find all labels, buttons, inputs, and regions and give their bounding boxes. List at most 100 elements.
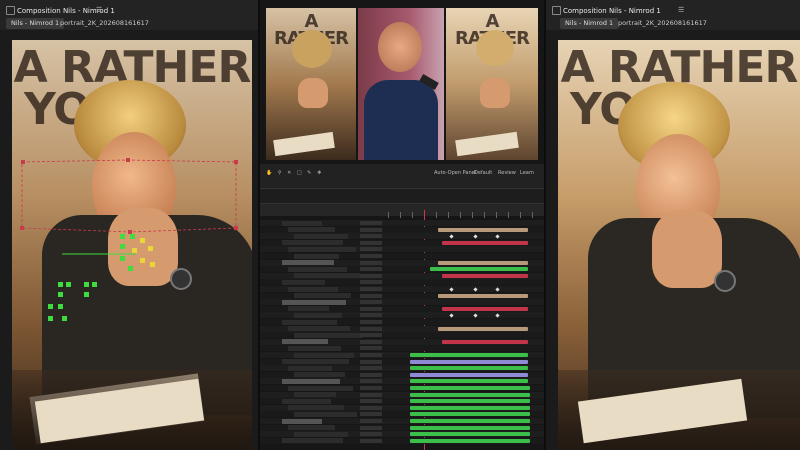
layer-name-cell[interactable] — [282, 279, 325, 285]
layer-switches[interactable] — [360, 412, 382, 417]
mask-vertex[interactable] — [20, 226, 24, 230]
auto-open-panel-label[interactable]: Auto-Open Panel — [434, 170, 476, 176]
layer-switches[interactable] — [360, 432, 382, 437]
layer-name-cell[interactable] — [288, 326, 350, 332]
layer-switches[interactable] — [360, 273, 382, 278]
layer-duration-bar[interactable] — [438, 326, 528, 331]
layer-name-cell[interactable] — [288, 266, 347, 272]
layer-switches[interactable] — [360, 227, 382, 232]
layer-name-cell[interactable] — [294, 332, 363, 338]
layer-duration-bar[interactable] — [410, 353, 528, 357]
layer-name-cell[interactable] — [294, 392, 336, 398]
layer-name-cell[interactable] — [282, 240, 343, 246]
layer-duration-bar[interactable] — [410, 366, 528, 371]
layer-switches[interactable] — [360, 425, 382, 430]
layer-switches[interactable] — [360, 234, 382, 239]
layer-duration-bar[interactable] — [442, 240, 528, 245]
layer-name-cell[interactable] — [282, 438, 343, 444]
layer-duration-bar[interactable] — [438, 293, 528, 298]
puppet-pin-group[interactable] — [48, 280, 100, 328]
layer-name-cell[interactable] — [282, 319, 337, 325]
layer-name-cell[interactable] — [294, 293, 351, 299]
layer-switches[interactable] — [360, 399, 382, 404]
layer-duration-bar[interactable] — [438, 260, 528, 265]
layer-name-cell[interactable] — [294, 312, 342, 318]
layer-switches[interactable] — [360, 339, 382, 344]
layer-name-cell[interactable] — [294, 273, 360, 279]
layer-name-cell[interactable] — [294, 411, 357, 417]
layer-switches[interactable] — [360, 366, 382, 371]
layer-name-cell[interactable] — [294, 352, 354, 358]
layer-duration-bar[interactable] — [410, 432, 530, 437]
layer-duration-bar[interactable] — [410, 386, 530, 390]
tool-icons[interactable]: ✋ ⚲ ✕ □ ✎ ❖ — [266, 170, 323, 176]
layer-name-cell[interactable] — [282, 398, 331, 404]
layer-name-cell[interactable] — [288, 306, 329, 312]
layer-switches[interactable] — [360, 313, 382, 318]
layer-name-cell[interactable] — [288, 286, 338, 292]
layer-switches[interactable] — [360, 260, 382, 265]
layer-switches[interactable] — [360, 346, 382, 351]
layer-name-cell[interactable] — [282, 359, 349, 365]
layer-switches[interactable] — [360, 247, 382, 252]
reference-thumbnail-1[interactable]: A RATHER — [266, 8, 356, 160]
layer-name-cell[interactable] — [282, 418, 322, 424]
layer-switches[interactable] — [360, 267, 382, 272]
layer-switches[interactable] — [360, 353, 382, 357]
layer-name-cell[interactable] — [288, 246, 356, 252]
layer-switches[interactable] — [360, 405, 382, 410]
layer-duration-bar[interactable] — [442, 306, 528, 311]
layer-switches[interactable] — [360, 419, 382, 423]
mask-vertex[interactable] — [234, 226, 238, 230]
layer-name-cell[interactable] — [288, 345, 341, 351]
layer-switches[interactable] — [360, 240, 382, 245]
mask-vertex[interactable] — [234, 160, 238, 164]
layer-name-cell[interactable] — [282, 378, 340, 384]
layer-duration-bar[interactable] — [410, 405, 530, 410]
layer-switches[interactable] — [360, 379, 382, 384]
layer-duration-bar[interactable] — [442, 339, 528, 344]
layer-duration-bar[interactable] — [410, 399, 530, 404]
layer-name-cell[interactable] — [288, 365, 332, 371]
layer-name-cell[interactable] — [282, 339, 328, 345]
layer-switches[interactable] — [360, 280, 382, 285]
layer-duration-bar[interactable] — [430, 267, 528, 272]
puppet-pin-group[interactable] — [118, 232, 158, 274]
workspace-default[interactable]: Default — [474, 170, 492, 176]
layer-switches[interactable] — [360, 306, 382, 311]
layer-name-cell[interactable] — [288, 385, 353, 391]
layer-name-cell[interactable] — [294, 431, 348, 437]
layer-switches[interactable] — [360, 287, 382, 291]
hamburger-menu-icon[interactable]: ☰ — [678, 6, 684, 14]
layer-name-cell[interactable] — [288, 405, 344, 411]
layer-switches[interactable] — [360, 333, 382, 338]
layer-duration-bar[interactable] — [410, 419, 530, 423]
workspace-learn[interactable]: Learn — [520, 170, 534, 176]
layer-name-cell[interactable] — [294, 233, 348, 239]
layer-duration-bar[interactable] — [442, 273, 528, 278]
layer-switches[interactable] — [360, 293, 382, 298]
layer-duration-bar[interactable] — [410, 359, 528, 364]
layer-duration-bar[interactable] — [410, 425, 530, 430]
workspace-review[interactable]: Review — [498, 170, 516, 176]
layer-name-cell[interactable] — [282, 220, 322, 226]
breadcrumb-active-comp[interactable]: Nils - Nimrod 1 — [560, 18, 619, 29]
layer-switches[interactable] — [360, 221, 382, 225]
layer-name-cell[interactable] — [294, 253, 339, 259]
layer-switches[interactable] — [360, 372, 382, 377]
layer-name-cell[interactable] — [282, 260, 334, 266]
time-ruler[interactable] — [388, 212, 544, 218]
layer-duration-bar[interactable] — [410, 392, 530, 397]
mask-vertex[interactable] — [21, 160, 25, 164]
layer-switches[interactable] — [360, 326, 382, 331]
mask-vertex[interactable] — [126, 158, 130, 162]
layer-duration-bar[interactable] — [410, 372, 528, 377]
layer-duration-bar[interactable] — [410, 379, 528, 384]
layer-duration-bar[interactable] — [438, 227, 528, 232]
layer-name-cell[interactable] — [288, 227, 335, 233]
layer-name-cell[interactable] — [294, 372, 345, 378]
reference-thumbnail-3[interactable]: A RATHER — [446, 8, 538, 160]
layer-switches[interactable] — [360, 300, 382, 305]
layer-switches[interactable] — [360, 254, 382, 258]
layer-switches[interactable] — [360, 320, 382, 324]
